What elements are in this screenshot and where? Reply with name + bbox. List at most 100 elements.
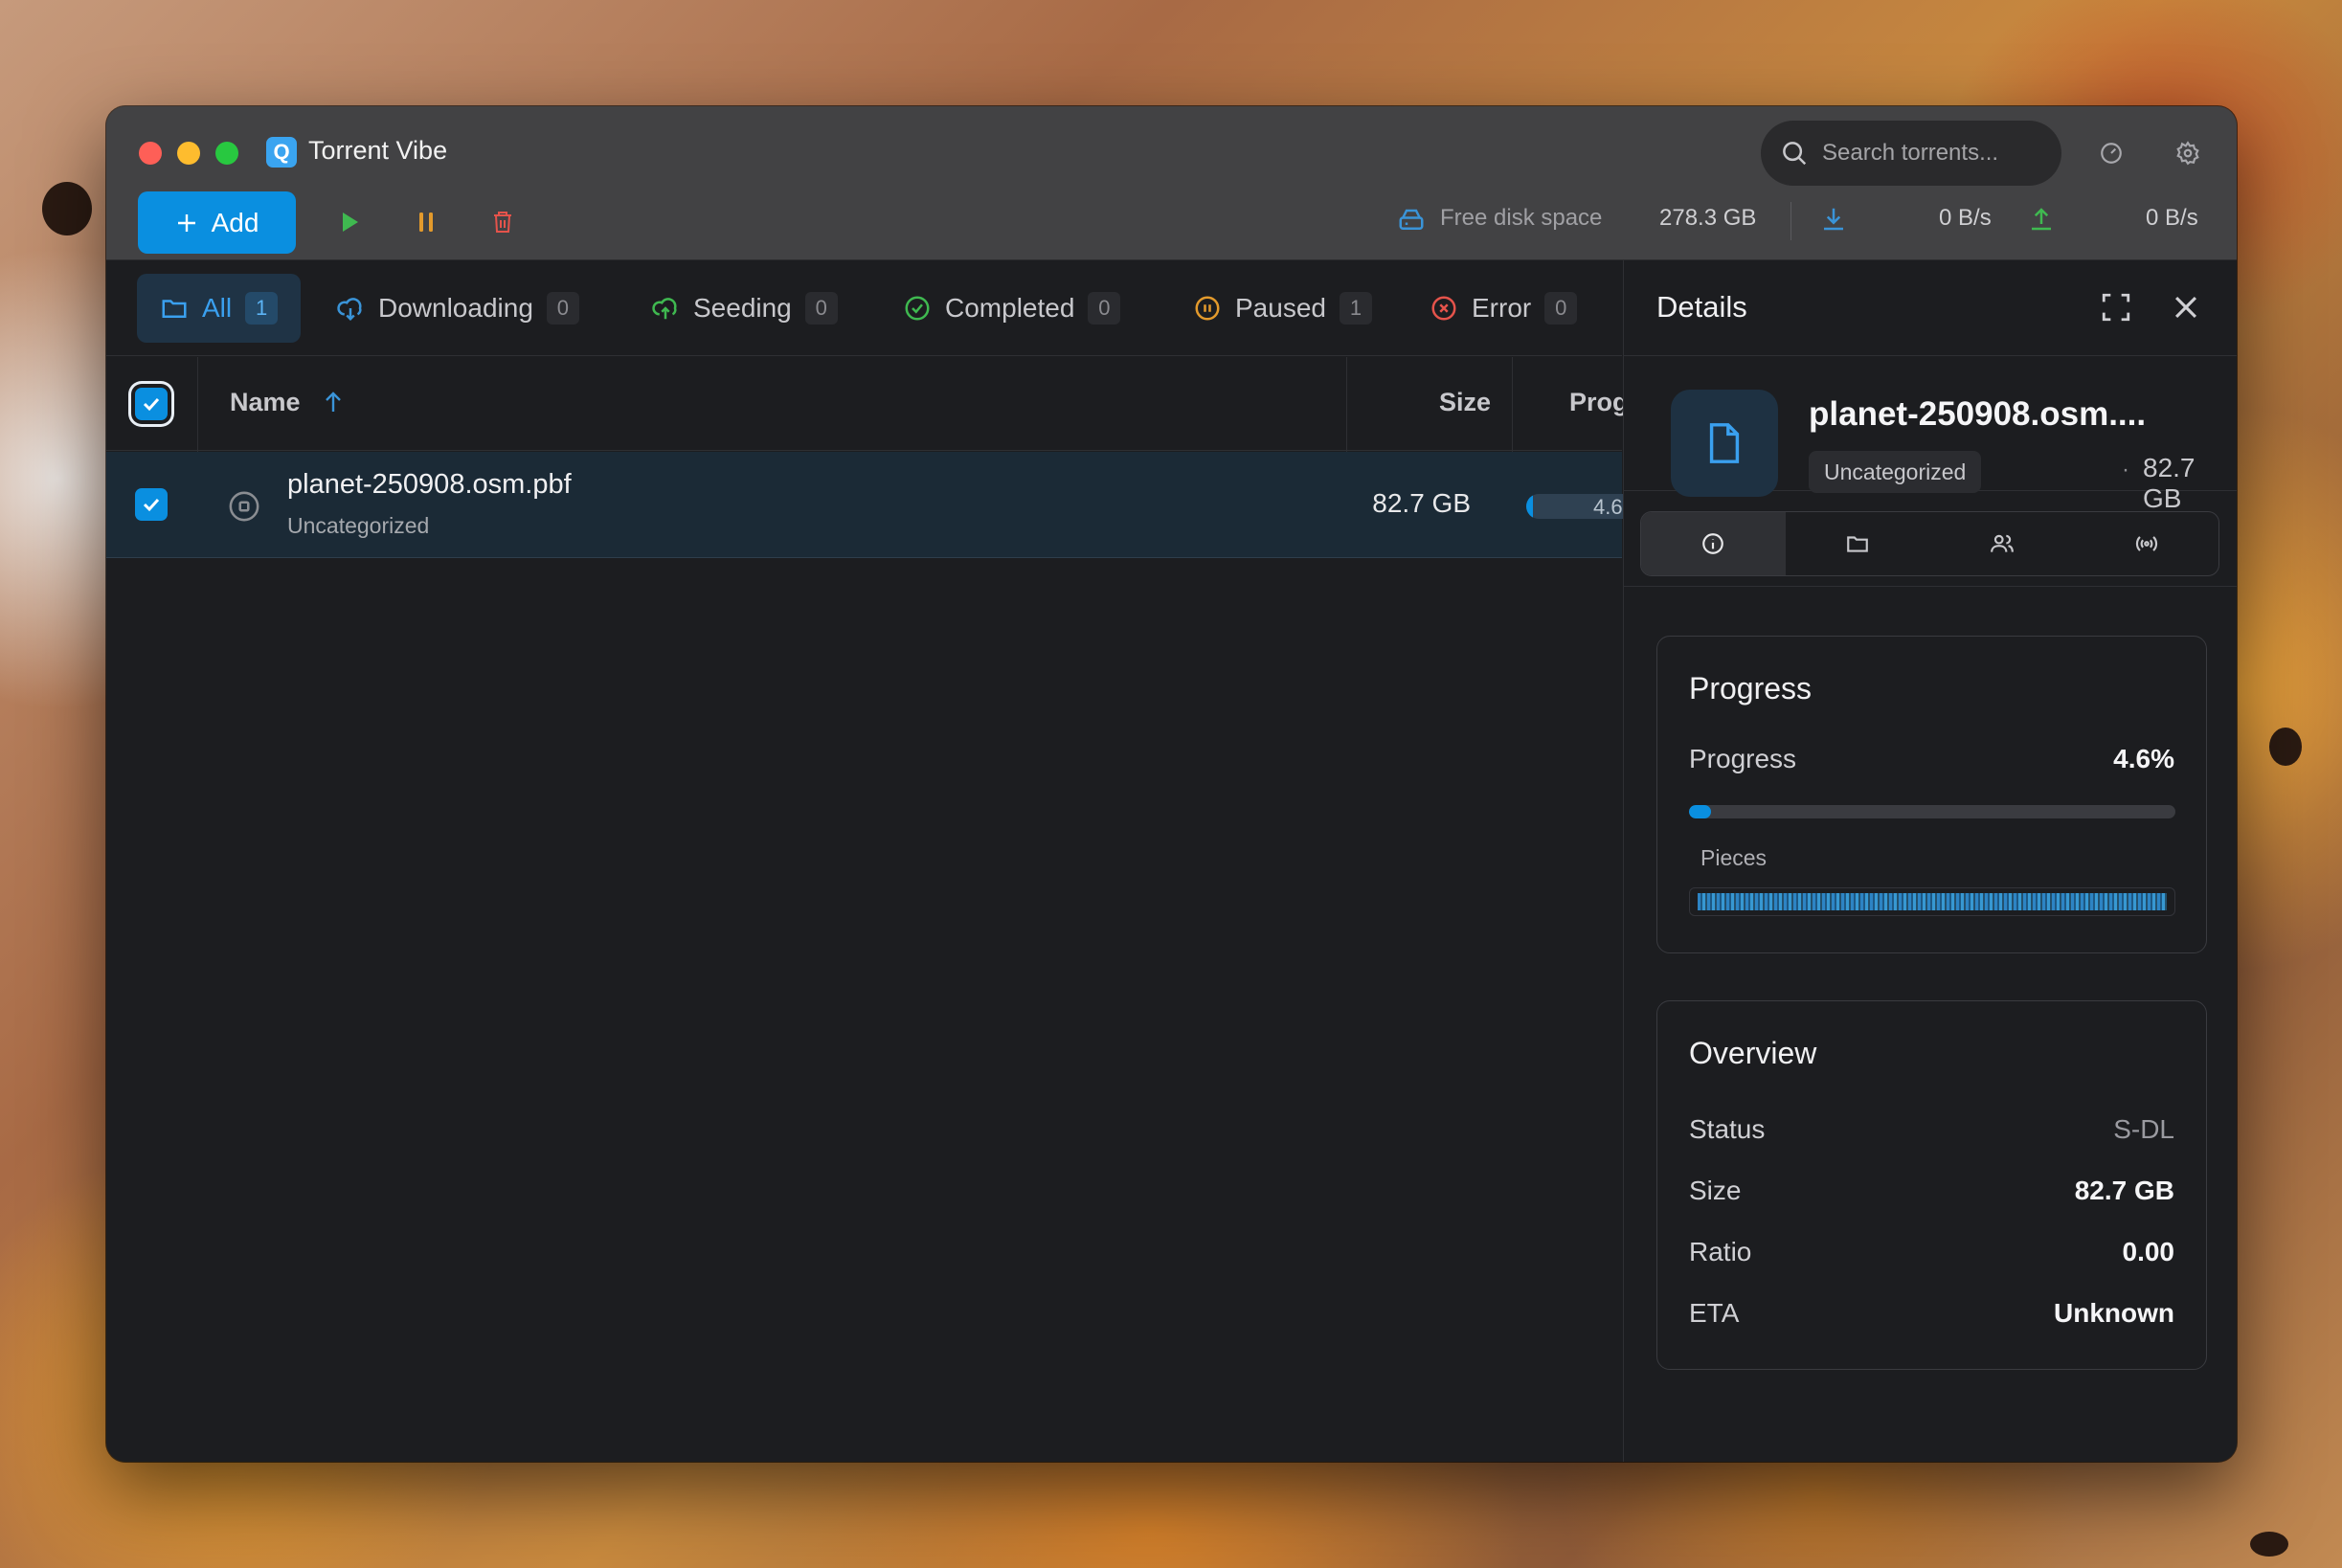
expand-button[interactable] [2100, 291, 2132, 328]
resume-button[interactable] [333, 206, 366, 238]
divider [1790, 202, 1791, 240]
zoom-window-button[interactable] [215, 142, 238, 165]
upload-speed-icon [2027, 205, 2056, 238]
divider [1624, 586, 2237, 587]
add-button-label: Add [211, 207, 259, 237]
eta-value: Unknown [2054, 1298, 2174, 1328]
app-window: Q Torrent Vibe Add Free [106, 106, 2237, 1462]
pieces-map [1689, 887, 2175, 916]
torrent-category: Uncategorized [287, 513, 430, 538]
file-summary: planet-250908.osm.... Uncategorized · 82… [1624, 357, 2237, 513]
info-icon [1702, 533, 1724, 554]
check-icon [143, 397, 160, 412]
sort-ascending-icon[interactable] [323, 390, 344, 419]
tab-paused-label: Paused [1235, 293, 1326, 323]
eta-label: ETA [1689, 1298, 1740, 1328]
cloud-upload-icon [652, 298, 677, 320]
free-disk-value: 278.3 GB [1659, 205, 1757, 231]
file-icon [1709, 423, 1740, 463]
play-icon [343, 213, 358, 232]
settings-button[interactable] [2173, 138, 2203, 168]
pause-button[interactable] [410, 206, 442, 238]
tab-files[interactable] [1786, 512, 1930, 575]
check-circle-icon [905, 296, 930, 321]
row-progress-label: 4.6 [1593, 495, 1623, 519]
tab-completed-label: Completed [945, 293, 1075, 323]
tab-completed[interactable]: Completed 0 [880, 274, 1143, 343]
torrent-name: planet-250908.osm.pbf [287, 469, 572, 500]
tab-seeding[interactable]: Seeding 0 [628, 274, 861, 343]
upload-speed-value: 0 B/s [2146, 205, 2198, 231]
expand-icon [2102, 293, 2130, 322]
pieces-label: Pieces [1700, 845, 1768, 870]
tab-all-label: All [202, 293, 233, 323]
close-window-button[interactable] [139, 142, 162, 165]
title-bar: Q Torrent Vibe Add Free [106, 106, 2237, 260]
column-header-progress[interactable]: Prog [1569, 388, 1629, 417]
search-box[interactable] [1761, 121, 2061, 186]
row-progress-fill [1526, 494, 1534, 519]
tab-all[interactable]: All 1 [137, 274, 302, 343]
row-checkbox[interactable] [135, 488, 168, 521]
broadcast-icon [2135, 536, 2157, 551]
column-header-name[interactable]: Name [230, 388, 301, 417]
add-torrent-button[interactable]: Add [138, 191, 296, 254]
pause-circle-icon [1195, 296, 1220, 321]
search-icon [1780, 139, 1809, 172]
progress-bar [1689, 805, 2175, 818]
speed-limit-button[interactable] [2096, 138, 2127, 168]
details-panel: Details planet-250908.osm.... Uncategori… [1623, 260, 2237, 1462]
column-header-size[interactable]: Size [1439, 388, 1491, 417]
pieces-strip [1698, 893, 2167, 910]
paused-status-icon [228, 490, 260, 527]
tab-info[interactable] [1641, 512, 1786, 575]
search-input[interactable] [1822, 121, 2042, 186]
close-details-button[interactable] [2170, 291, 2202, 328]
tab-peers[interactable] [1930, 512, 2075, 575]
tab-trackers[interactable] [2074, 512, 2218, 575]
app-title: Torrent Vibe [308, 136, 448, 165]
plus-icon [177, 213, 195, 232]
check-icon [143, 498, 160, 512]
category-badge: Uncategorized [1809, 451, 1982, 493]
file-badge [1671, 390, 1778, 497]
overview-title: Overview [1689, 1036, 1817, 1070]
status-value: S-DL [2113, 1114, 2174, 1144]
gear-icon [2176, 141, 2199, 166]
overview-card: Overview Status S-DL Size 82.7 GB Ratio … [1656, 1000, 2207, 1370]
ratio-label: Ratio [1689, 1237, 1752, 1266]
wallpaper-detail [42, 182, 92, 235]
select-all-checkbox[interactable] [135, 388, 168, 420]
progress-card-title: Progress [1689, 671, 1813, 706]
disk-icon [1397, 206, 1426, 239]
details-section-tabs [1640, 511, 2219, 576]
tab-paused[interactable]: Paused 1 [1170, 274, 1395, 343]
progress-bar-fill [1689, 805, 1712, 818]
progress-card: Progress Progress 4.6% Pieces [1656, 636, 2207, 953]
speedometer-icon [2101, 143, 2122, 164]
details-title: Details [1656, 290, 1747, 324]
tab-paused-count: 1 [1339, 292, 1372, 325]
tab-error-label: Error [1472, 293, 1532, 323]
pause-icon [419, 213, 433, 232]
progress-label: Progress [1689, 744, 1797, 773]
tab-seeding-count: 0 [804, 292, 838, 325]
users-icon [1990, 534, 2014, 552]
minimize-window-button[interactable] [177, 142, 200, 165]
tab-error[interactable]: Error 0 [1407, 274, 1600, 343]
tab-downloading[interactable]: Downloading 0 [313, 274, 602, 343]
size-label: Size [1689, 1176, 1742, 1205]
filter-tabs: All 1 Downloading 0 Seeding 0 Completed … [106, 260, 1622, 356]
delete-button[interactable] [486, 206, 519, 238]
download-speed-icon [1819, 205, 1848, 238]
table-row[interactable]: planet-250908.osm.pbf Uncategorized 82.7… [106, 452, 1641, 558]
folder-icon [1847, 536, 1868, 552]
torrent-size: 82.7 GB [1372, 488, 1471, 518]
progress-value: 4.6% [2113, 744, 2174, 773]
x-circle-icon [1431, 296, 1456, 321]
details-header: Details [1624, 260, 2237, 356]
details-file-size: 82.7 GB [2143, 453, 2196, 513]
details-file-name: planet-250908.osm.... [1809, 395, 2147, 433]
tab-downloading-label: Downloading [378, 293, 533, 323]
tab-all-count: 1 [245, 292, 279, 325]
